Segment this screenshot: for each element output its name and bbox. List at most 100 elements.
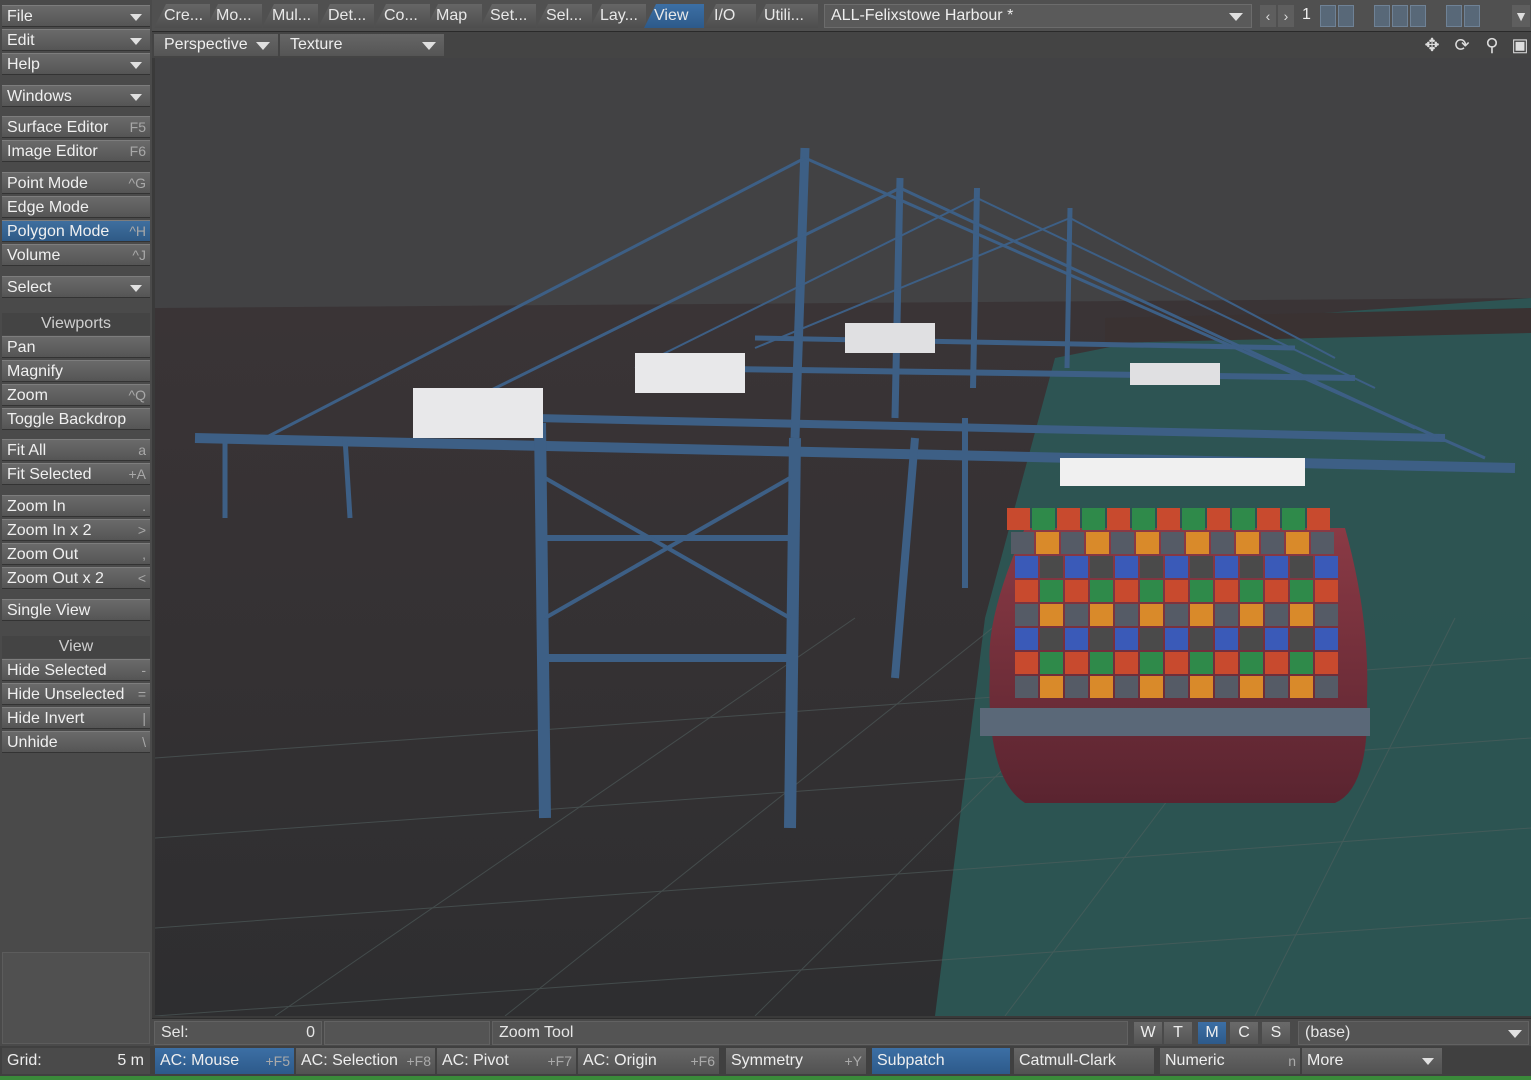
c-toggle[interactable]: C	[1230, 1022, 1258, 1044]
ac-mouse-button[interactable]: AC: Mouse +F5	[155, 1048, 294, 1074]
tab-modify[interactable]: Mo...	[206, 4, 262, 28]
s-toggle[interactable]: S	[1262, 1022, 1290, 1044]
tab-map[interactable]: Map	[426, 4, 482, 28]
container-box	[1215, 676, 1238, 698]
container-box	[1240, 604, 1263, 626]
ac-pivot-button[interactable]: AC: Pivot +F7	[437, 1048, 576, 1074]
container-box	[1315, 628, 1338, 650]
scene-select[interactable]: ALL-Felixstowe Harbour *	[824, 4, 1252, 28]
shortcut-hint: F6	[129, 143, 146, 159]
w-toggle[interactable]: W	[1134, 1022, 1162, 1044]
single-view-button[interactable]: Single View	[2, 599, 150, 621]
layers-dropdown[interactable]: ▼	[1512, 5, 1530, 27]
tool-label: Zoom Tool	[499, 1024, 574, 1041]
container-box	[1040, 628, 1063, 650]
layer-slot-6[interactable]	[1446, 5, 1462, 27]
shortcut-hint: -	[141, 662, 146, 678]
image-editor-button[interactable]: Image Editor F6	[2, 140, 150, 162]
container-box	[1140, 628, 1163, 650]
tab-setup[interactable]: Set...	[480, 4, 536, 28]
zoom-in-x2-button[interactable]: Zoom In x 2 >	[2, 519, 150, 541]
file-menu[interactable]: File	[2, 5, 150, 27]
point-mode-label: Point Mode	[7, 175, 88, 192]
status-bar: Sel: 0 Zoom Tool W T M C S (base)	[152, 1018, 1531, 1046]
container-box	[1032, 508, 1055, 530]
3d-viewport[interactable]	[155, 58, 1531, 1016]
layer-slot-2[interactable]	[1338, 5, 1354, 27]
layer-slot-5[interactable]	[1410, 5, 1426, 27]
tab-io[interactable]: I/O	[704, 4, 756, 28]
zoom-out-button[interactable]: Zoom Out,	[2, 543, 150, 565]
layer-slot-1[interactable]	[1320, 5, 1336, 27]
layer-select[interactable]: (base)	[1298, 1021, 1529, 1045]
zoom-out-x2-button[interactable]: Zoom Out x 2 <	[2, 567, 150, 589]
polygon-mode-button[interactable]: Polygon Mode ^H	[2, 220, 150, 242]
container-box	[1140, 556, 1163, 578]
shortcut-hint: +F7	[547, 1053, 572, 1069]
container-box	[1261, 532, 1284, 554]
m-toggle[interactable]: M	[1198, 1022, 1226, 1044]
container-box	[1086, 532, 1109, 554]
point-mode-button[interactable]: Point Mode ^G	[2, 172, 150, 194]
shortcut-hint: ^J	[132, 247, 146, 263]
help-menu[interactable]: Help	[2, 53, 150, 75]
select-label: Select	[7, 279, 52, 296]
select-menu[interactable]: Select	[2, 276, 150, 298]
render-mode-select[interactable]: Texture	[280, 34, 444, 56]
tab-select[interactable]: Sel...	[536, 4, 592, 28]
ac-origin-button[interactable]: AC: Origin +F6	[578, 1048, 719, 1074]
tab-create[interactable]: Cre...	[154, 4, 210, 28]
container-box	[1107, 508, 1130, 530]
container-box	[1290, 580, 1313, 602]
zoom-icon[interactable]: ⚲	[1480, 34, 1504, 56]
layer-slot-3[interactable]	[1374, 5, 1390, 27]
tab-construct[interactable]: Co...	[374, 4, 430, 28]
container-box	[1015, 676, 1038, 698]
fit-selected-button[interactable]: Fit Selected +A	[2, 463, 150, 485]
layer-slot-7[interactable]	[1464, 5, 1480, 27]
unhide-button[interactable]: Unhide \	[2, 731, 150, 753]
layer-slot-4[interactable]	[1392, 5, 1408, 27]
next-layer-button[interactable]: ›	[1278, 5, 1294, 27]
ac-origin-label: AC: Origin	[583, 1052, 657, 1069]
subpatch-button[interactable]: Subpatch	[872, 1048, 1010, 1074]
hide-invert-button[interactable]: Hide Invert |	[2, 707, 150, 729]
zoom-button[interactable]: Zoom ^Q	[2, 384, 150, 406]
container-box	[1240, 676, 1263, 698]
windows-menu[interactable]: Windows	[2, 85, 150, 107]
pan-button[interactable]: Pan	[2, 336, 150, 358]
tab-multiply[interactable]: Mul...	[262, 4, 318, 28]
tab-view[interactable]: View	[644, 4, 704, 28]
rotate-icon[interactable]: ⟳	[1450, 34, 1474, 56]
fit-all-button[interactable]: Fit All a	[2, 439, 150, 461]
shortcut-hint: +A	[128, 466, 146, 482]
magnify-button[interactable]: Magnify	[2, 360, 150, 382]
edit-menu[interactable]: Edit	[2, 29, 150, 51]
maximize-icon[interactable]: ▣	[1508, 34, 1531, 56]
surface-editor-label: Surface Editor	[7, 119, 109, 136]
tab-detail[interactable]: Det...	[318, 4, 374, 28]
container-box	[1315, 556, 1338, 578]
surface-editor-button[interactable]: Surface Editor F5	[2, 116, 150, 138]
numeric-button[interactable]: Numeric n	[1160, 1048, 1300, 1074]
tab-utilities[interactable]: Utili...	[754, 4, 818, 28]
sel-label: Sel:	[161, 1024, 189, 1041]
hide-selected-button[interactable]: Hide Selected -	[2, 659, 150, 681]
edge-mode-button[interactable]: Edge Mode	[2, 196, 150, 218]
t-toggle[interactable]: T	[1164, 1022, 1192, 1044]
catmull-clark-button[interactable]: Catmull-Clark	[1014, 1048, 1154, 1074]
ac-selection-button[interactable]: AC: Selection +F8	[296, 1048, 435, 1074]
view-header: View	[2, 636, 150, 658]
hide-unselected-label: Hide Unselected	[7, 686, 125, 703]
zoom-in-button[interactable]: Zoom In.	[2, 495, 150, 517]
hide-unselected-button[interactable]: Hide Unselected =	[2, 683, 150, 705]
toggle-backdrop-button[interactable]: Toggle Backdrop	[2, 408, 150, 430]
volume-button[interactable]: Volume ^J	[2, 244, 150, 266]
projection-select[interactable]: Perspective	[154, 34, 278, 56]
symmetry-button[interactable]: Symmetry +Y	[726, 1048, 866, 1074]
more-menu[interactable]: More	[1302, 1048, 1442, 1074]
move-icon[interactable]: ✥	[1420, 34, 1444, 56]
prev-layer-button[interactable]: ‹	[1260, 5, 1276, 27]
shortcut-hint: =	[137, 686, 146, 702]
tab-layout[interactable]: Lay...	[590, 4, 646, 28]
